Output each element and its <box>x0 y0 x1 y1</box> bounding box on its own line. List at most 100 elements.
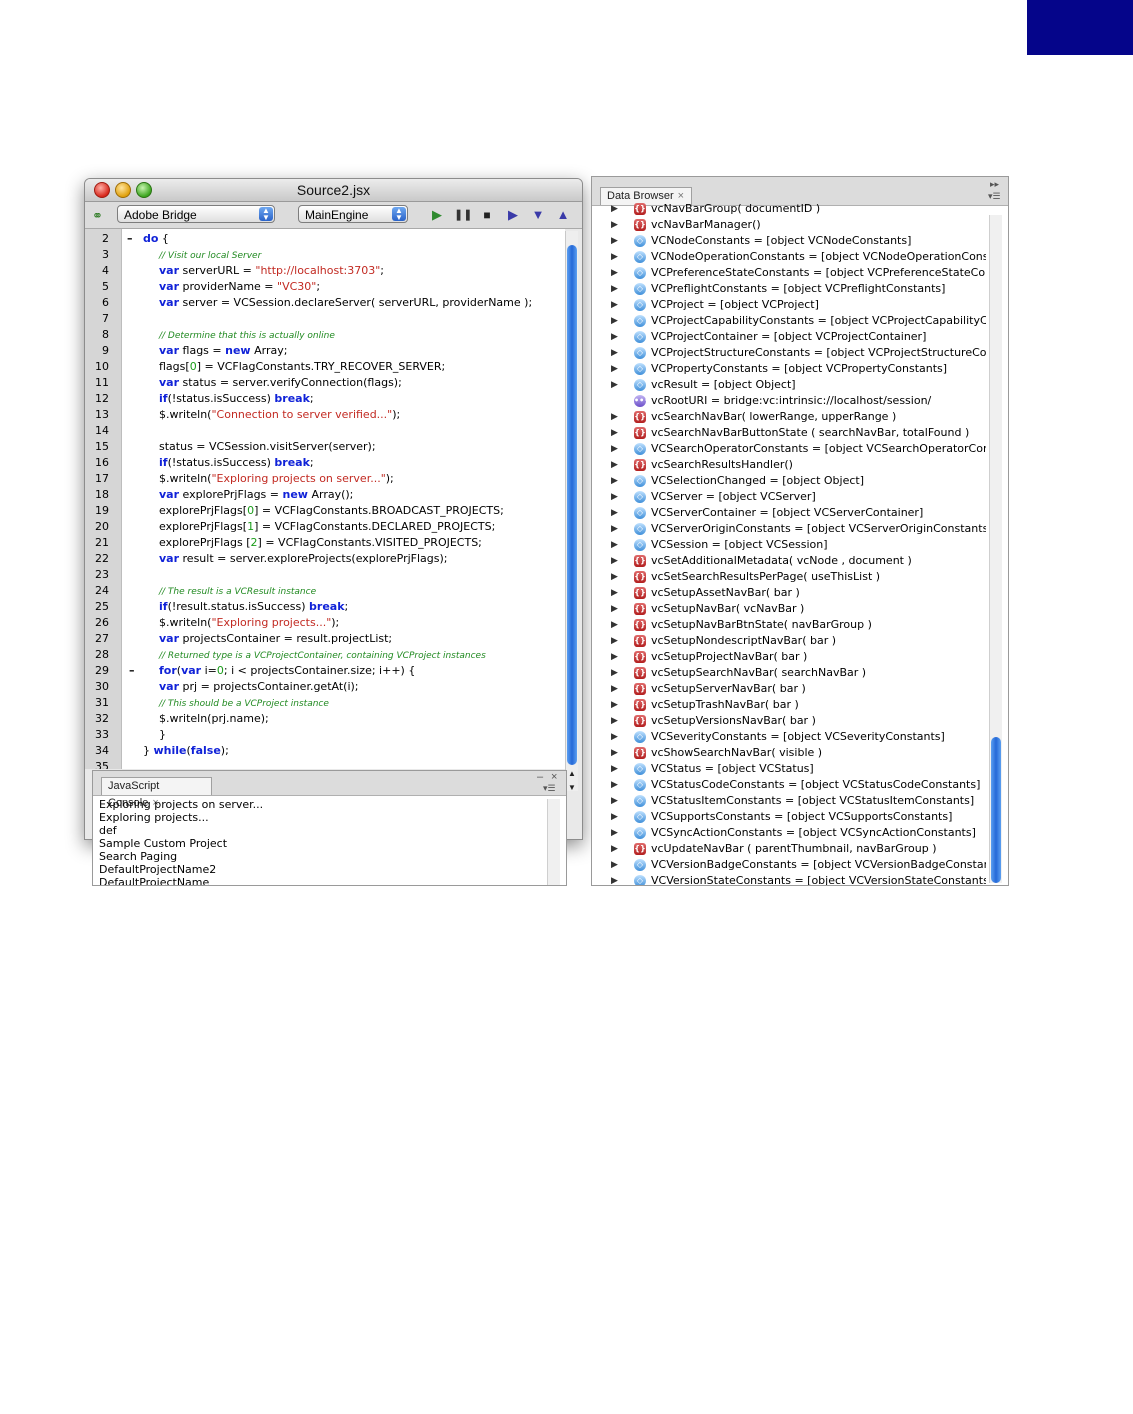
code-line[interactable]: 26 $.writeln("Exploring projects..."); <box>85 615 565 631</box>
code-line[interactable]: 3 // Visit our local Server <box>85 247 565 263</box>
code-line[interactable]: 6 var server = VCSession.declareServer( s… <box>85 295 565 311</box>
line-number[interactable]: 21 <box>85 535 109 551</box>
data-browser-row[interactable]: ▶ {} vcSetupSearchNavBar( searchNavBar ) <box>592 665 986 681</box>
code-line[interactable]: 15 status = VCSession.visitServer(server)… <box>85 439 565 455</box>
data-browser-row[interactable]: ▶ ◇ VCServerOriginConstants = [object VCSe… <box>592 521 986 537</box>
disclosure-triangle-icon[interactable]: ▶ <box>611 761 618 777</box>
line-number[interactable]: 2 <box>85 231 109 247</box>
disclosure-triangle-icon[interactable]: ▶ <box>611 649 618 665</box>
line-number[interactable]: 25 <box>85 599 109 615</box>
data-browser-row[interactable]: ▶ ◇ VCSelectionChanged = [object Object] <box>592 473 986 489</box>
code-line[interactable]: 7 <box>85 311 565 327</box>
disclosure-triangle-icon[interactable]: ▶ <box>611 633 618 649</box>
data-browser-row[interactable]: ▶ ◇ VCNodeOperationConstants = [object VCN… <box>592 249 986 265</box>
fold-toggle-icon[interactable]: – <box>127 231 133 247</box>
disclosure-triangle-icon[interactable]: ▶ <box>611 249 618 265</box>
line-number[interactable]: 8 <box>85 327 109 343</box>
code-line[interactable]: 4 var serverURL = "http://localhost:3703"… <box>85 263 565 279</box>
disclosure-triangle-icon[interactable]: ▶ <box>611 233 618 249</box>
code-line[interactable]: 24 // The result is a VCResult instance <box>85 583 565 599</box>
code-line[interactable]: 23 <box>85 567 565 583</box>
disclosure-triangle-icon[interactable]: ▶ <box>611 777 618 793</box>
disclosure-triangle-icon[interactable]: ▶ <box>611 793 618 809</box>
code-line[interactable]: 17 $.writeln("Exploring projects on serve… <box>85 471 565 487</box>
code-line[interactable]: 27 var projectsContainer = result.project… <box>85 631 565 647</box>
code-line[interactable]: 12 if(!status.isSuccess) break; <box>85 391 565 407</box>
data-browser-row[interactable]: ▶ ◇ VCNodeConstants = [object VCNodeConsta… <box>592 233 986 249</box>
code-line[interactable]: 14 <box>85 423 565 439</box>
data-browser-row[interactable]: ▶ {} vcSetupServerNavBar( bar ) <box>592 681 986 697</box>
code-line[interactable]: 34} while(false); <box>85 743 565 759</box>
disclosure-triangle-icon[interactable]: ▶ <box>611 409 618 425</box>
code-line[interactable]: 22 var result = server.exploreProjects(ex… <box>85 551 565 567</box>
line-number[interactable]: 15 <box>85 439 109 455</box>
data-browser-scroll-thumb[interactable] <box>991 737 1001 883</box>
code-line[interactable]: 20 explorePrjFlags[1] = VCFlagConstants.D… <box>85 519 565 535</box>
console-scrollbar[interactable] <box>547 799 560 885</box>
disclosure-triangle-icon[interactable]: ▶ <box>611 473 618 489</box>
disclosure-triangle-icon[interactable]: ▶ <box>611 281 618 297</box>
data-browser-row[interactable]: ▶ ◇ VCSyncActionConstants = [object VCSync… <box>592 825 986 841</box>
line-number[interactable]: 5 <box>85 279 109 295</box>
disclosure-triangle-icon[interactable]: ▶ <box>611 825 618 841</box>
disclosure-triangle-icon[interactable]: ▶ <box>611 809 618 825</box>
data-browser-row[interactable]: ••• vcRootURI = bridge:vc:intrinsic://loc… <box>592 393 986 409</box>
fold-toggle-icon[interactable]: – <box>129 663 135 679</box>
data-browser-row[interactable]: ▶ {} vcSetupVersionsNavBar( bar ) <box>592 713 986 729</box>
data-browser-row[interactable]: ▶ {} vcSetupAssetNavBar( bar ) <box>592 585 986 601</box>
stop-button[interactable]: ■ <box>479 207 495 223</box>
data-browser-row[interactable]: ▶ ◇ VCPreferenceStateConstants = [object V… <box>592 265 986 281</box>
line-number[interactable]: 29 <box>85 663 109 679</box>
disclosure-triangle-icon[interactable]: ▶ <box>611 569 618 585</box>
line-number[interactable]: 22 <box>85 551 109 567</box>
disclosure-triangle-icon[interactable]: ▶ <box>611 521 618 537</box>
code-line[interactable]: 21 explorePrjFlags [2] = VCFlagConstants.… <box>85 535 565 551</box>
code-line[interactable]: 33} <box>85 727 565 743</box>
panel-menu-icon[interactable]: ▾☰ <box>543 783 556 794</box>
code-line[interactable]: 19 explorePrjFlags[0] = VCFlagConstants.B… <box>85 503 565 519</box>
line-number[interactable]: 26 <box>85 615 109 631</box>
disclosure-triangle-icon[interactable]: ▶ <box>611 841 618 857</box>
disclosure-triangle-icon[interactable]: ▶ <box>611 729 618 745</box>
editor-scroll-thumb[interactable] <box>567 245 577 765</box>
data-browser-row[interactable]: ▶ {} vcShowSearchNavBar( visible ) <box>592 745 986 761</box>
line-number[interactable]: 9 <box>85 343 109 359</box>
disclosure-triangle-icon[interactable]: ▶ <box>611 265 618 281</box>
code-line[interactable]: 29 – for(var i=0; i < projectsContainer.si… <box>85 663 565 679</box>
engine-select[interactable]: MainEngine ▲ ▼ <box>298 205 408 223</box>
disclosure-triangle-icon[interactable]: ▶ <box>611 681 618 697</box>
data-browser-row[interactable]: ▶ ◇ VCSearchOperatorConstants = [object VC… <box>592 441 986 457</box>
code-line[interactable]: 10 flags[0] = VCFlagConstants.TRY_RECOVER… <box>85 359 565 375</box>
panel-menu-icon[interactable]: ▾☰ <box>988 191 1001 202</box>
data-browser-row[interactable]: ▶ {} vcSetupNondescriptNavBar( bar ) <box>592 633 986 649</box>
data-browser-row[interactable]: ▶ ◇ VCVersionStateConstants = [object VCVe… <box>592 873 986 885</box>
data-browser-row[interactable]: ▶ {} vcUpdateNavBar ( parentThumbnail, nav… <box>592 841 986 857</box>
data-browser-row[interactable]: ▶ ◇ VCStatusItemConstants = [object VCStat… <box>592 793 986 809</box>
line-number[interactable]: 19 <box>85 503 109 519</box>
line-number[interactable]: 18 <box>85 487 109 503</box>
line-number[interactable]: 16 <box>85 455 109 471</box>
data-browser-row[interactable]: ▶ {} vcSearchResultsHandler() <box>592 457 986 473</box>
disclosure-triangle-icon[interactable]: ▶ <box>611 873 618 885</box>
line-number[interactable]: 10 <box>85 359 109 375</box>
disclosure-triangle-icon[interactable]: ▶ <box>611 361 618 377</box>
code-line[interactable]: 25 if(!result.status.isSuccess) break; <box>85 599 565 615</box>
disclosure-triangle-icon[interactable]: ▶ <box>611 377 618 393</box>
line-number[interactable]: 17 <box>85 471 109 487</box>
disclosure-triangle-icon[interactable]: ▶ <box>611 297 618 313</box>
disclosure-triangle-icon[interactable]: ▶ <box>611 713 618 729</box>
line-number[interactable]: 11 <box>85 375 109 391</box>
disclosure-triangle-icon[interactable]: ▶ <box>611 217 618 233</box>
scroll-up-arrow-icon[interactable]: ▲ <box>566 767 578 780</box>
data-browser-row[interactable]: ▶ {} vcNavBarManager() <box>592 217 986 233</box>
data-browser-row[interactable]: ▶ ◇ VCSession = [object VCSession] <box>592 537 986 553</box>
run-button[interactable]: ▶ <box>429 207 445 223</box>
disclosure-triangle-icon[interactable]: ▶ <box>611 489 618 505</box>
code-line[interactable]: 13 $.writeln("Connection to server verifi… <box>85 407 565 423</box>
console-output[interactable]: Exploring projects on server... Exploring… <box>99 798 263 885</box>
data-browser-row[interactable]: ▶ {} vcSetupTrashNavBar( bar ) <box>592 697 986 713</box>
code-line[interactable]: 8 // Determine that this is actually onli… <box>85 327 565 343</box>
data-browser-row[interactable]: ▶ {} vcSetupProjectNavBar( bar ) <box>592 649 986 665</box>
line-number[interactable]: 27 <box>85 631 109 647</box>
data-browser-scrollbar[interactable] <box>989 215 1002 883</box>
